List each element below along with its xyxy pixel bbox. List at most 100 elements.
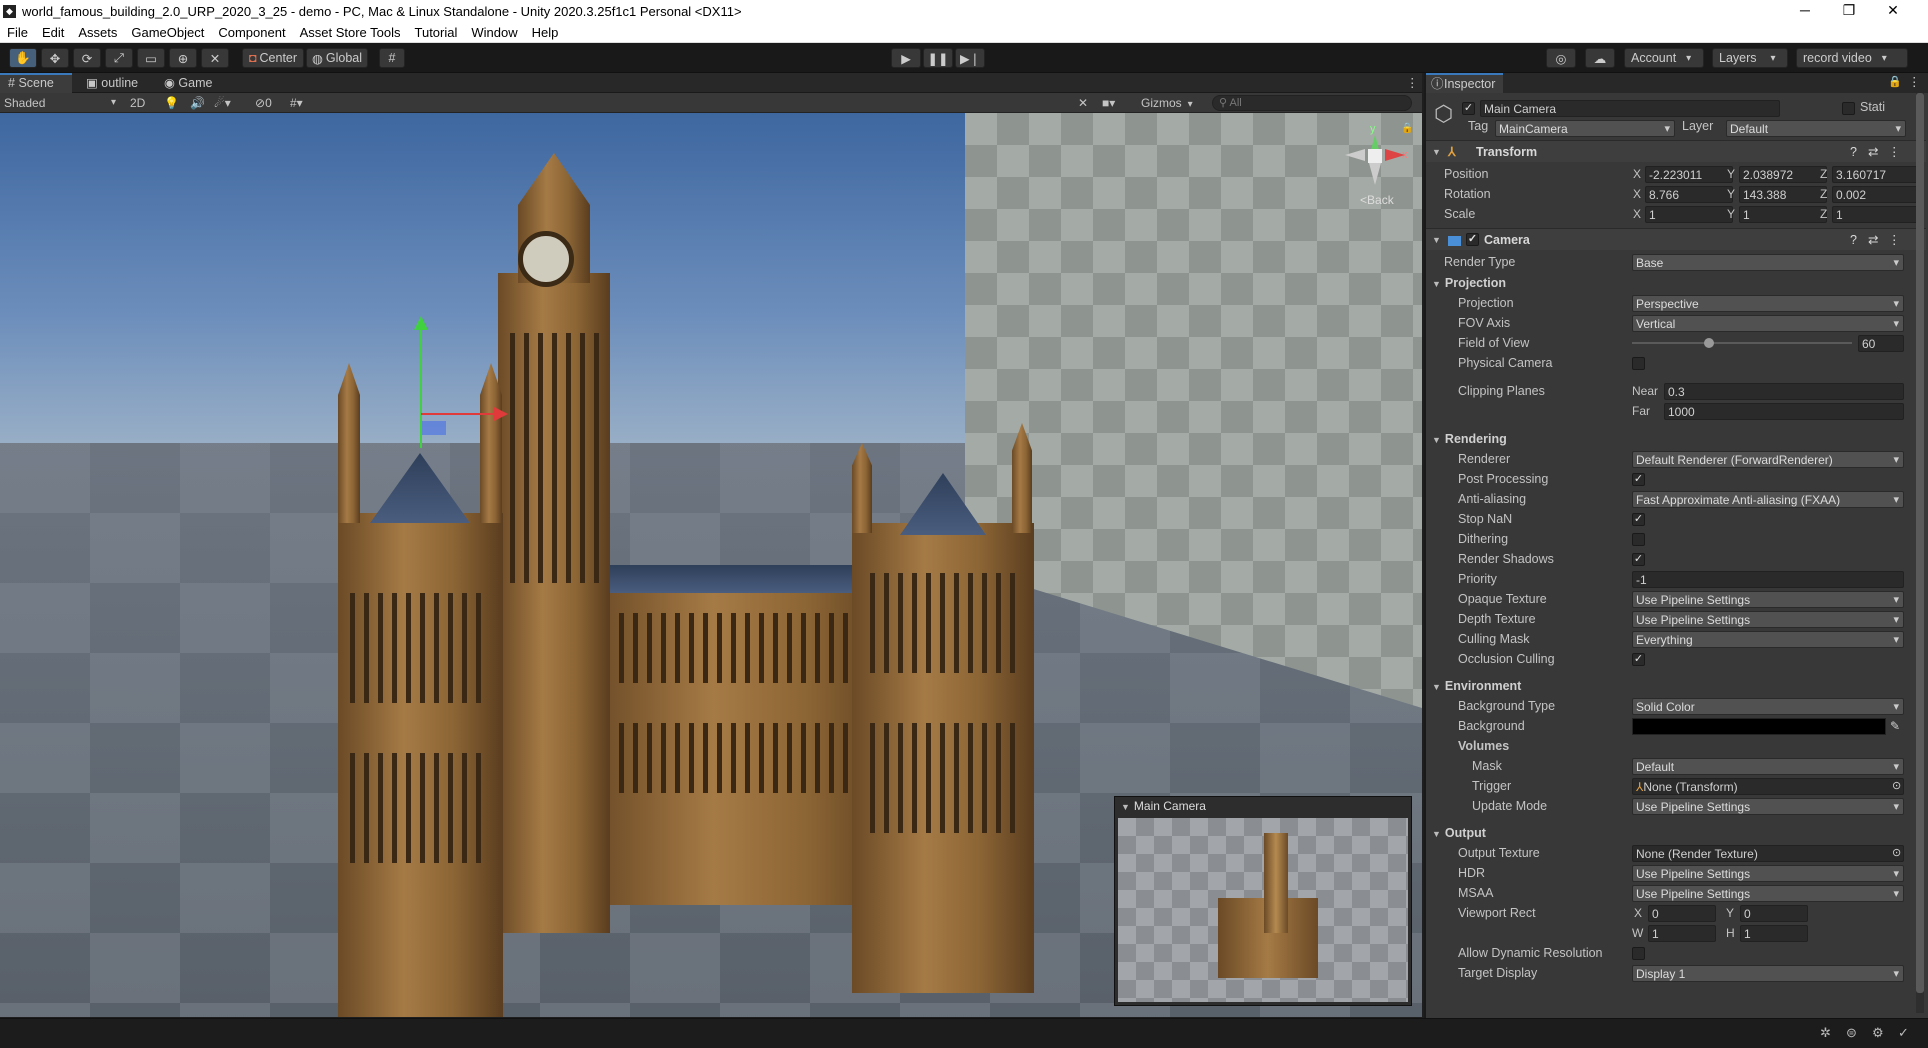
preset-icon[interactable]: ⇄ bbox=[1868, 141, 1878, 163]
camera-dropdown[interactable]: ■▾ bbox=[1102, 94, 1115, 112]
tag-dropdown[interactable]: MainCamera bbox=[1495, 120, 1675, 137]
help-icon[interactable]: ? bbox=[1850, 229, 1857, 251]
static-checkbox[interactable] bbox=[1842, 102, 1855, 115]
rotation-x-field[interactable]: 8.766 bbox=[1645, 186, 1733, 203]
depth-texture-dropdown[interactable]: Use Pipeline Settings bbox=[1632, 611, 1904, 628]
background-type-dropdown[interactable]: Solid Color bbox=[1632, 698, 1904, 715]
play-button[interactable]: ▶ bbox=[891, 48, 921, 68]
minimize-button[interactable]: ─ bbox=[1783, 0, 1827, 22]
move-tool-button[interactable]: ✥ bbox=[41, 48, 69, 68]
grid-snap-button[interactable]: # bbox=[379, 48, 405, 68]
rect-tool-button[interactable]: ▭ bbox=[137, 48, 165, 68]
gizmo-x-axis[interactable] bbox=[421, 413, 501, 415]
position-x-field[interactable]: -2.223011 bbox=[1645, 166, 1733, 183]
renderer-dropdown[interactable]: Default Renderer (ForwardRenderer) bbox=[1632, 451, 1904, 468]
gizmos-dropdown[interactable]: Gizmos ▾ bbox=[1141, 94, 1203, 112]
tab-inspector[interactable]: ⓘ Inspector bbox=[1426, 73, 1504, 93]
foldout-arrow-icon[interactable]: ▼ bbox=[1432, 229, 1441, 251]
stop-nan-checkbox[interactable]: ✓ bbox=[1632, 513, 1645, 526]
axis-cone-neg-x-icon[interactable] bbox=[1345, 149, 1365, 161]
hidden-objects-toggle[interactable]: ⊘0 bbox=[255, 94, 272, 112]
preset-icon[interactable]: ⇄ bbox=[1868, 229, 1878, 251]
occlusion-culling-checkbox[interactable]: ✓ bbox=[1632, 653, 1645, 666]
camera-component-header[interactable]: ▼ ✓ Camera ? ⇄ ⋮ bbox=[1426, 228, 1926, 250]
help-icon[interactable]: ? bbox=[1850, 141, 1857, 163]
gizmo-z-plane[interactable] bbox=[422, 421, 446, 435]
update-mode-dropdown[interactable]: Use Pipeline Settings bbox=[1632, 798, 1904, 815]
lighting-toggle[interactable]: 💡 bbox=[164, 94, 179, 112]
foldout-arrow-icon[interactable]: ▼ bbox=[1432, 141, 1441, 163]
hdr-dropdown[interactable]: Use Pipeline Settings bbox=[1632, 865, 1904, 882]
rotation-y-field[interactable]: 143.388 bbox=[1739, 186, 1827, 203]
lock-icon[interactable]: 🔒 bbox=[1401, 123, 1413, 134]
opaque-texture-dropdown[interactable]: Use Pipeline Settings bbox=[1632, 591, 1904, 608]
menu-asset-store-tools[interactable]: Asset Store Tools bbox=[300, 25, 401, 40]
step-button[interactable]: ▶❘ bbox=[955, 48, 985, 68]
auto-generate-lighting-icon[interactable]: ✓ bbox=[1898, 1025, 1909, 1041]
transform-component-header[interactable]: ▼ ⅄ Transform ? ⇄ ⋮ bbox=[1426, 140, 1926, 162]
inspector-scrollbar[interactable] bbox=[1916, 93, 1924, 1013]
tools-toggle[interactable]: ✕ bbox=[1078, 94, 1088, 112]
kebab-menu-icon[interactable]: ⋮ bbox=[1888, 229, 1901, 251]
menu-help[interactable]: Help bbox=[532, 25, 559, 40]
bug-icon[interactable]: ✲ bbox=[1820, 1025, 1831, 1041]
fov-slider-track[interactable] bbox=[1632, 342, 1852, 344]
2d-toggle[interactable]: 2D bbox=[130, 94, 145, 112]
lock-icon[interactable]: 🔒 bbox=[1888, 75, 1902, 88]
layers-dropdown[interactable]: Layers ▾ bbox=[1712, 48, 1788, 68]
kebab-menu-icon[interactable]: ⋮ bbox=[1908, 74, 1921, 89]
menu-file[interactable]: File bbox=[7, 25, 28, 40]
active-checkbox[interactable]: ✓ bbox=[1462, 102, 1475, 115]
volume-mask-dropdown[interactable]: Default bbox=[1632, 758, 1904, 775]
tab-menu-button[interactable]: ⋮ bbox=[1398, 73, 1427, 93]
scene-search-input[interactable]: ⚲ All bbox=[1212, 95, 1412, 111]
account-dropdown[interactable]: Account ▾ bbox=[1624, 48, 1704, 68]
scale-z-field[interactable]: 1 bbox=[1832, 206, 1920, 223]
far-plane-field[interactable]: 1000 bbox=[1664, 403, 1904, 420]
pivot-center-button[interactable]: ◘ Center bbox=[242, 48, 304, 68]
menu-tutorial[interactable]: Tutorial bbox=[415, 25, 458, 40]
pause-button[interactable]: ❚❚ bbox=[923, 48, 953, 68]
rotate-tool-button[interactable]: ⟳ bbox=[73, 48, 101, 68]
eyedropper-icon[interactable]: ✎ bbox=[1890, 716, 1900, 736]
target-display-dropdown[interactable]: Display 1 bbox=[1632, 965, 1904, 982]
maximize-button[interactable]: ❐ bbox=[1827, 0, 1871, 22]
gizmo-y-arrow[interactable] bbox=[414, 316, 428, 330]
fov-axis-dropdown[interactable]: Vertical bbox=[1632, 315, 1904, 332]
scale-y-field[interactable]: 1 bbox=[1739, 206, 1827, 223]
tab-scene[interactable]: # Scene bbox=[0, 73, 72, 93]
tab-game[interactable]: ◉ Game bbox=[156, 73, 220, 93]
object-picker-icon[interactable]: ⊙ bbox=[1892, 843, 1901, 863]
fov-slider-thumb[interactable] bbox=[1704, 338, 1714, 348]
shading-mode-dropdown[interactable]: Shaded ▾ bbox=[4, 94, 118, 112]
fov-value-field[interactable]: 60 bbox=[1858, 335, 1904, 352]
menu-component[interactable]: Component bbox=[218, 25, 285, 40]
anti-aliasing-dropdown[interactable]: Fast Approximate Anti-aliasing (FXAA) bbox=[1632, 491, 1904, 508]
volume-trigger-field[interactable]: ⅄None (Transform) bbox=[1632, 778, 1904, 795]
scene-viewport[interactable]: y x 🔒 <Back ▼ Main Camera bbox=[0, 113, 1422, 1017]
axis-center-cube-icon[interactable] bbox=[1368, 149, 1382, 163]
settings-icon[interactable]: ⚙ bbox=[1872, 1025, 1884, 1041]
rendering-foldout[interactable]: ▼ Rendering bbox=[1426, 429, 1926, 449]
position-y-field[interactable]: 2.038972 bbox=[1739, 166, 1827, 183]
progress-icon[interactable]: ⊜ bbox=[1846, 1025, 1857, 1041]
collab-button[interactable]: ◎ bbox=[1546, 48, 1576, 68]
gizmo-x-arrow[interactable] bbox=[494, 407, 508, 421]
grid-dropdown[interactable]: #▾ bbox=[290, 94, 303, 112]
rotation-z-field[interactable]: 0.002 bbox=[1832, 186, 1920, 203]
scale-x-field[interactable]: 1 bbox=[1645, 206, 1733, 223]
effects-dropdown[interactable]: ☄▾ bbox=[214, 94, 231, 112]
position-z-field[interactable]: 3.160717 bbox=[1832, 166, 1920, 183]
viewport-w-field[interactable]: 1 bbox=[1648, 925, 1716, 942]
cloud-button[interactable]: ☁ bbox=[1585, 48, 1615, 68]
camera-enabled-checkbox[interactable]: ✓ bbox=[1466, 233, 1479, 246]
physical-camera-checkbox[interactable] bbox=[1632, 357, 1645, 370]
projection-foldout[interactable]: ▼ Projection bbox=[1426, 273, 1926, 293]
dithering-checkbox[interactable] bbox=[1632, 533, 1645, 546]
output-foldout[interactable]: ▼ Output bbox=[1426, 823, 1926, 843]
output-texture-field[interactable]: None (Render Texture) bbox=[1632, 845, 1904, 862]
inspector-scrollbar-thumb[interactable] bbox=[1916, 93, 1924, 993]
hand-tool-button[interactable]: ✋ bbox=[9, 48, 37, 68]
transform-tool-button[interactable]: ⊕ bbox=[169, 48, 197, 68]
post-processing-checkbox[interactable]: ✓ bbox=[1632, 473, 1645, 486]
